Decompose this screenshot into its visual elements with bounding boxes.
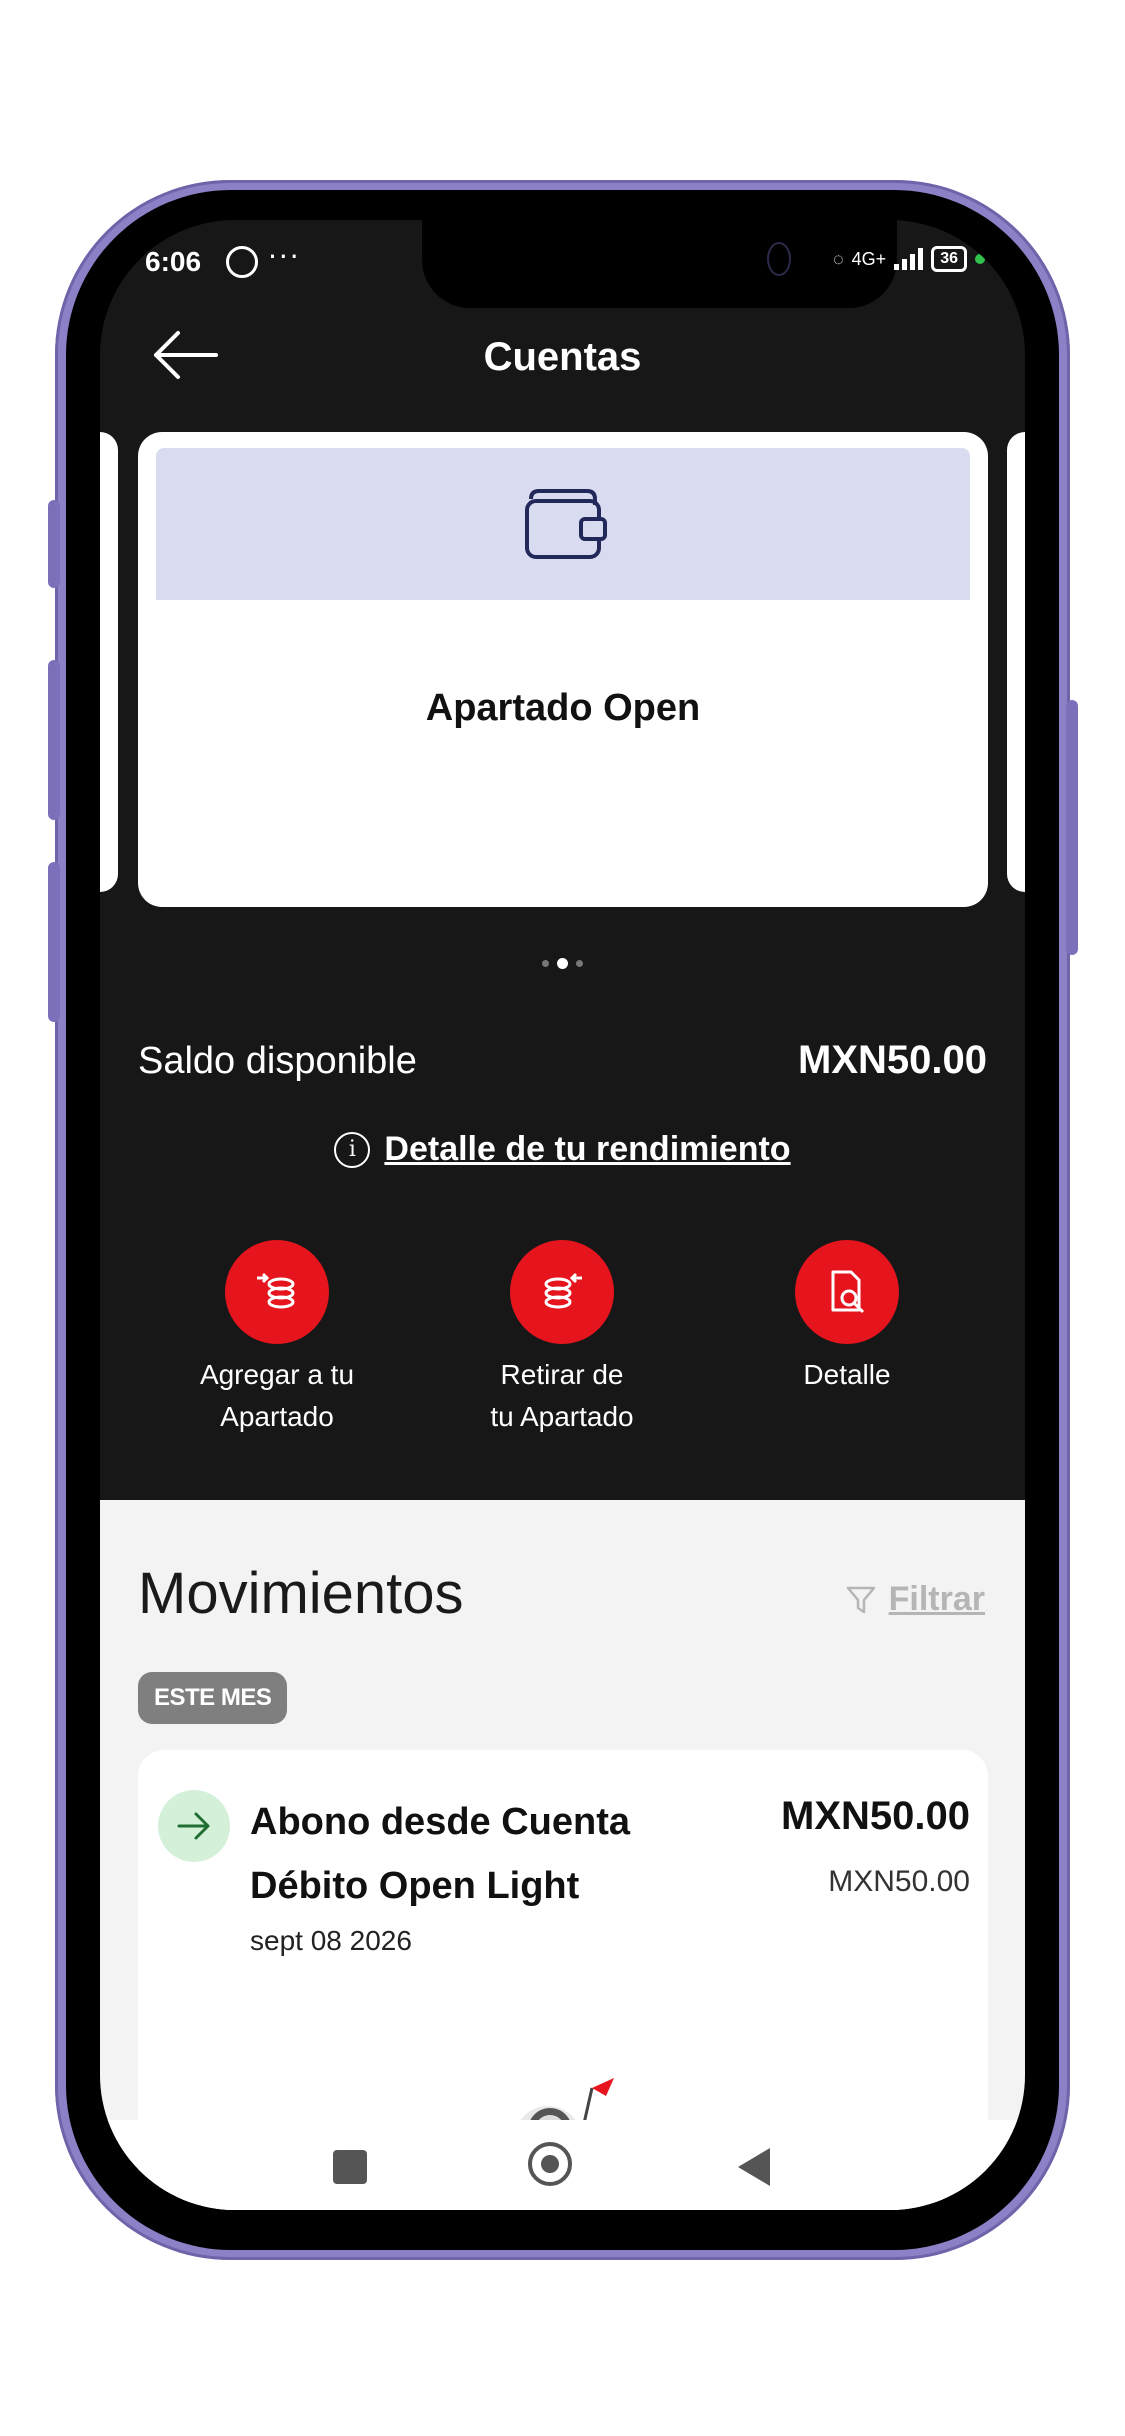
account-card-header: [156, 448, 970, 600]
side-button-volume-down: [48, 862, 60, 1022]
movement-description-line1: Abono desde Cuenta: [250, 1801, 631, 1843]
pagination-dot-active[interactable]: [557, 958, 568, 969]
status-right: ◌ 4G+ 36: [833, 246, 985, 272]
movements-section: Movimientos Filtrar ESTE MES Abono desde…: [100, 1500, 1025, 2210]
add-coins-icon: [225, 1240, 329, 1344]
carousel-pagination: [100, 958, 1025, 969]
movement-amount-secondary: MXN50.00: [828, 1865, 970, 1898]
pagination-dot[interactable]: [542, 960, 549, 967]
withdraw-savings-button[interactable]: Retirar de tu Apartado: [442, 1240, 682, 1438]
signal-icon: [894, 248, 924, 270]
side-button-volume-up: [48, 660, 60, 820]
battery-indicator: 36: [931, 246, 967, 272]
performance-detail-link[interactable]: i Detalle de tu rendimiento: [100, 1130, 1025, 1169]
movement-date: sept 08 2026: [250, 1925, 412, 1956]
movement-amount: MXN50.00: [781, 1794, 970, 1838]
home-button[interactable]: [528, 2142, 572, 2186]
movement-description: Abono desde Cuenta Débito Open Light: [250, 1790, 670, 1918]
funnel-icon: [846, 1586, 875, 1613]
balance-value: MXN50.00: [798, 1038, 987, 1082]
recent-apps-button[interactable]: [333, 2150, 367, 2184]
add-to-savings-label-1: Agregar a tu: [199, 1359, 355, 1390]
add-to-savings-button[interactable]: Agregar a tu Apartado: [157, 1240, 397, 1438]
period-badge: ESTE MES: [138, 1672, 288, 1724]
account-card[interactable]: Apartado Open: [138, 432, 988, 907]
info-icon: i: [334, 1131, 371, 1168]
carousel-next-card[interactable]: [1007, 432, 1025, 892]
status-time: 6:06: [145, 246, 202, 277]
side-button-silent: [48, 500, 60, 588]
account-name: Apartado Open: [425, 687, 701, 729]
system-back-button[interactable]: [738, 2148, 770, 2186]
app-screen: 6:06 ··· ◌ 4G+ 36 Cuentas Apartado Open …: [100, 220, 1025, 2210]
privacy-dot-icon: [975, 254, 985, 264]
movement-description-line2: Débito Open Light: [250, 1865, 580, 1907]
withdraw-savings-label-1: Retirar de: [500, 1359, 624, 1390]
arrow-right-icon: [158, 1790, 230, 1862]
carousel-prev-card[interactable]: [100, 432, 118, 892]
performance-detail-label: Detalle de tu rendimiento: [384, 1130, 791, 1168]
status-bar: 6:06 ··· ◌ 4G+ 36: [100, 240, 1025, 290]
pagination-dot[interactable]: [576, 960, 583, 967]
side-button-power: [1066, 700, 1078, 955]
withdraw-savings-label-2: tu Apartado: [490, 1401, 634, 1432]
whatsapp-icon: [226, 246, 258, 278]
detail-label: Detalle: [803, 1359, 891, 1390]
filter-label: Filtrar: [888, 1580, 985, 1618]
app-header: Cuentas: [100, 315, 1025, 395]
system-nav-bar: [100, 2120, 1025, 2210]
wifi-call-icon: ◌: [832, 248, 844, 269]
network-type: 4G+: [851, 248, 887, 269]
detail-button[interactable]: Detalle: [727, 1240, 967, 1396]
filter-button[interactable]: Filtrar: [845, 1580, 985, 1619]
more-notifications-icon: ···: [268, 240, 301, 273]
withdraw-coins-icon: [510, 1240, 614, 1344]
movements-title: Movimientos: [138, 1561, 464, 1626]
document-search-icon: [795, 1240, 899, 1344]
balance-label: Saldo disponible: [138, 1040, 417, 1082]
page-title: Cuentas: [483, 335, 642, 379]
wallet-icon: [525, 489, 607, 559]
add-to-savings-label-2: Apartado: [220, 1401, 334, 1432]
